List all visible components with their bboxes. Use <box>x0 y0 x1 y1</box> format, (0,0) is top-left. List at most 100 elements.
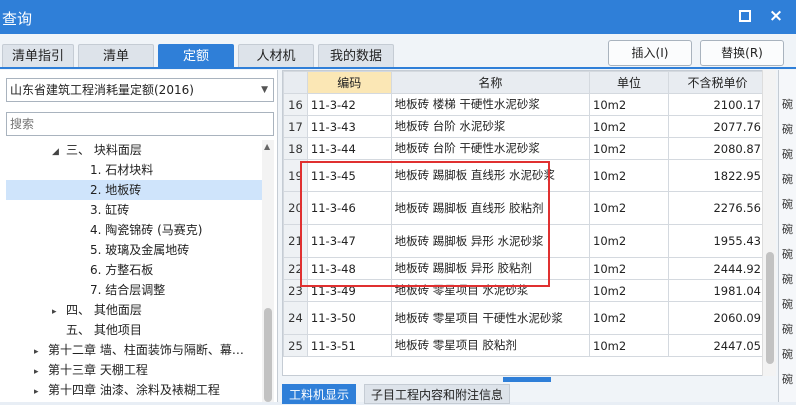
table-row[interactable]: 18 11-3-44 地板砖 台阶 干硬性水泥砂浆 10m2 2080.87 <box>283 137 768 160</box>
tab-list[interactable]: 清单 <box>78 44 154 68</box>
code-cell: 11-3-47 <box>306 224 392 258</box>
code-cell: 11-3-50 <box>306 301 392 335</box>
name-cell: 地板砖 踢脚板 异形 胶粘剂 <box>390 257 591 280</box>
grid-scrollbar-thumb[interactable] <box>766 252 774 364</box>
grid-scrollbar[interactable] <box>762 70 776 376</box>
header-code[interactable]: 编码 <box>306 71 392 94</box>
unit-cell: 10m2 <box>589 334 669 357</box>
unit-cell: 10m2 <box>589 191 669 225</box>
row-number: 21 <box>283 224 308 258</box>
price-cell: 2080.87 <box>667 137 768 160</box>
header-unit[interactable]: 单位 <box>589 71 669 94</box>
table-row[interactable]: 24 11-3-50 地板砖 零星项目 干硬性水泥砂浆 10m2 2060.09 <box>283 301 768 335</box>
expand-icon[interactable]: ▸ <box>34 382 48 402</box>
header-price[interactable]: 不含税单价 <box>667 71 768 94</box>
clipped-label: 碗 <box>782 223 793 236</box>
quota-book-value: 山东省建筑工程消耗量定额(2016) <box>10 83 194 97</box>
tree-node-floor-tile[interactable]: 2. 地板砖 <box>6 180 262 200</box>
row-number: 22 <box>283 257 308 280</box>
table-row[interactable]: 23 11-3-49 地板砖 零星项目 水泥砂浆 10m2 1981.04 <box>283 279 768 302</box>
row-number: 17 <box>283 115 308 138</box>
unit-cell: 10m2 <box>589 137 669 160</box>
tree-node-chapter-5[interactable]: 五、 其他项目 <box>66 320 142 340</box>
tree-node-clay-tile[interactable]: 3. 缸砖 <box>90 200 129 220</box>
tree-node-glass-metal[interactable]: 5. 玻璃及金属地砖 <box>90 240 189 260</box>
price-cell: 2447.05 <box>667 334 768 357</box>
row-number: 25 <box>283 334 308 357</box>
expand-icon[interactable]: ▸ <box>34 362 48 382</box>
tree-node-chapter-4[interactable]: ▸ 四、 其他面层 <box>52 300 142 320</box>
insert-button[interactable]: 插入(I) <box>608 40 692 66</box>
scroll-up-icon[interactable]: ▲ <box>264 142 270 151</box>
replace-button[interactable]: 替换(R) <box>700 40 784 66</box>
name-cell: 地板砖 楼梯 干硬性水泥砂浆 <box>390 93 591 116</box>
tab-labor-material-display[interactable]: 工料机显示 <box>282 384 357 404</box>
unit-cell: 10m2 <box>589 279 669 302</box>
tab-my-data[interactable]: 我的数据 <box>318 44 394 68</box>
expand-icon[interactable]: ▸ <box>34 342 48 362</box>
clipped-label: 碗 <box>782 248 793 261</box>
clipped-label: 碗 <box>782 198 793 211</box>
clipped-label: 碗 <box>782 123 793 136</box>
table-row[interactable]: 22 11-3-48 地板砖 踢脚板 异形 胶粘剂 10m2 2444.92 <box>283 257 768 280</box>
tree-node-ch13[interactable]: ▸ 第十三章 天棚工程 <box>34 360 148 380</box>
clipped-label: 碗 <box>782 173 793 186</box>
tab-labor-material-machine[interactable]: 人材机 <box>238 44 314 68</box>
row-number: 23 <box>283 279 308 302</box>
name-cell: 地板砖 零星项目 干硬性水泥砂浆 <box>390 301 591 335</box>
window-title: 查询 <box>2 10 33 28</box>
code-cell: 11-3-44 <box>306 137 392 160</box>
name-cell: 地板砖 踢脚板 直线形 胶粘剂 <box>390 191 591 225</box>
tree-scrollbar[interactable]: ▲ <box>262 140 274 402</box>
name-cell: 地板砖 台阶 水泥砂浆 <box>390 115 591 138</box>
row-number: 16 <box>283 93 308 116</box>
price-cell: 1981.04 <box>667 279 768 302</box>
left-panel: 山东省建筑工程消耗量定额(2016) ▼ ◢三、 块料面层 1. 石材块料 2.… <box>0 70 278 402</box>
clipped-label: 碗 <box>782 273 793 286</box>
table-row[interactable]: 21 11-3-47 地板砖 踢脚板 异形 水泥砂浆 10m2 1955.43 <box>283 224 768 258</box>
table-row[interactable]: 17 11-3-43 地板砖 台阶 水泥砂浆 10m2 2077.76 <box>283 115 768 138</box>
header-name[interactable]: 名称 <box>390 71 591 94</box>
price-cell: 2444.92 <box>667 257 768 280</box>
header-row-number <box>283 71 308 94</box>
tab-list-guide[interactable]: 清单指引 <box>2 44 74 68</box>
unit-cell: 10m2 <box>589 301 669 335</box>
title-bar: 查询 × <box>0 0 796 34</box>
price-cell: 1822.95 <box>667 159 768 192</box>
close-icon[interactable]: × <box>766 6 786 26</box>
quota-grid: 编码 名称 单位 不含税单价 16 11-3-42 地板砖 楼梯 干硬性水泥砂浆 10… <box>282 70 776 376</box>
maximize-icon[interactable] <box>739 10 751 22</box>
tree-node-stone[interactable]: 1. 石材块料 <box>90 160 262 180</box>
code-cell: 11-3-42 <box>306 93 392 116</box>
tab-underline <box>0 67 796 69</box>
tree-node-ch12[interactable]: ▸ 第十二章 墙、柱面装饰与隔断、幕… <box>34 340 244 360</box>
name-cell: 地板砖 踢脚板 异形 水泥砂浆 <box>390 224 591 258</box>
table-row[interactable]: 19 11-3-45 地板砖 踢脚板 直线形 水泥砂浆 10m2 1822.95 <box>283 159 768 192</box>
clipped-label: 碗 <box>782 298 793 311</box>
tree-node-mosaic[interactable]: 4. 陶瓷锦砖 (马赛克) <box>90 220 202 240</box>
clipped-label: 碗 <box>782 98 793 111</box>
expand-icon[interactable]: ▸ <box>52 302 66 322</box>
tab-subitem-content[interactable]: 子目工程内容和附注信息 <box>364 384 511 404</box>
tree-node-chapter-3[interactable]: ◢ 三、 块料面层 <box>52 140 142 160</box>
name-cell: 地板砖 踢脚板 直线形 水泥砂浆 <box>390 159 591 192</box>
tree-scrollbar-thumb[interactable] <box>264 308 272 402</box>
code-cell: 11-3-48 <box>306 257 392 280</box>
expand-collapse-icon[interactable]: ◢ <box>52 142 66 162</box>
tree-node-ch14[interactable]: ▸ 第十四章 油漆、涂料及裱糊工程 <box>34 380 220 400</box>
search-input[interactable] <box>6 112 274 136</box>
table-row[interactable]: 25 11-3-51 地板砖 零星项目 胶粘剂 10m2 2447.05 <box>283 334 768 357</box>
code-cell: 11-3-43 <box>306 115 392 138</box>
price-cell: 2060.09 <box>667 301 768 335</box>
tab-quota[interactable]: 定额 <box>158 44 234 68</box>
tab-bar: 清单指引 清单 定额 人材机 我的数据 <box>0 40 600 68</box>
tree-node-square-stone[interactable]: 6. 方整石板 <box>90 260 153 280</box>
code-cell: 11-3-49 <box>306 279 392 302</box>
chevron-down-icon[interactable]: ▼ <box>261 79 268 101</box>
table-row[interactable]: 20 11-3-46 地板砖 踢脚板 直线形 胶粘剂 10m2 2276.56 <box>283 191 768 225</box>
table-row[interactable]: 16 11-3-42 地板砖 楼梯 干硬性水泥砂浆 10m2 2100.17 <box>283 93 768 116</box>
query-window: 查询 × 清单指引 清单 定额 人材机 我的数据 插入(I) 替换(R) 山东省… <box>0 0 796 404</box>
unit-cell: 10m2 <box>589 257 669 280</box>
tree-node-bond-layer[interactable]: 7. 结合层调整 <box>90 280 165 300</box>
quota-book-select[interactable]: 山东省建筑工程消耗量定额(2016) ▼ <box>6 78 274 102</box>
